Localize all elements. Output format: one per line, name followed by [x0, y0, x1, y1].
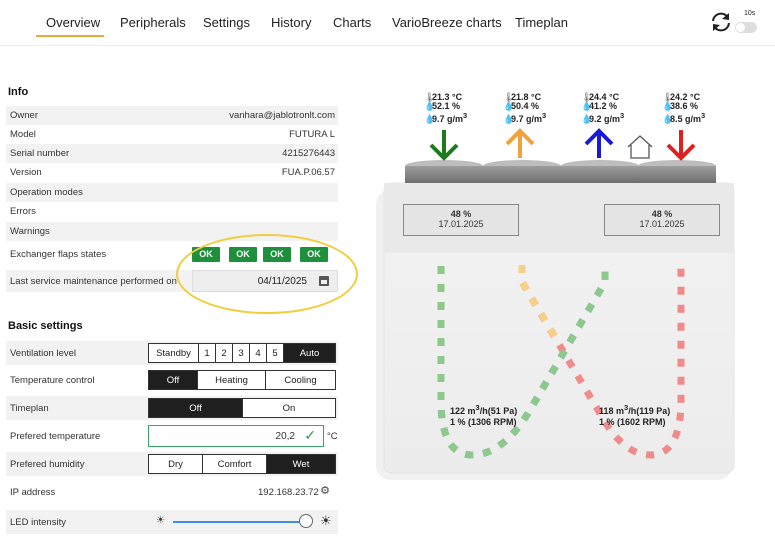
- ventilation-unit-diagram: [376, 128, 735, 480]
- duct-connectors: [405, 160, 716, 183]
- extract-fan-readout: 118 m3/h(119 Pa) 1 % (1602 RPM): [599, 403, 671, 427]
- supply-fan-readout: 122 m3/h(51 Pa) 1 % (1306 RPM): [450, 403, 518, 427]
- sensor-readout-2: 🌡21.8 °C 💧50.4 % 💧9.7 g/m3: [503, 92, 547, 124]
- sensor-readout-4: 🌡24.2 °C 💧38.6 % 💧8.5 g/m3: [662, 92, 706, 124]
- house-icon: [627, 135, 653, 159]
- sensor-readout-3: 🌡24.4 °C 💧41.2 % 💧9.2 g/m3: [581, 92, 625, 124]
- filter-display-left: 48 % 17.01.2025: [403, 204, 519, 236]
- filter-display-right: 48 % 17.01.2025: [604, 204, 720, 236]
- arrow-up-blue: [584, 128, 614, 158]
- arrow-up-orange: [505, 128, 535, 158]
- sensor-readout-1: 🌡21.3 °C 💧52.1 % 💧9.7 g/m3: [424, 92, 468, 124]
- arrow-down-green: [429, 130, 459, 161]
- arrow-down-red: [666, 130, 696, 161]
